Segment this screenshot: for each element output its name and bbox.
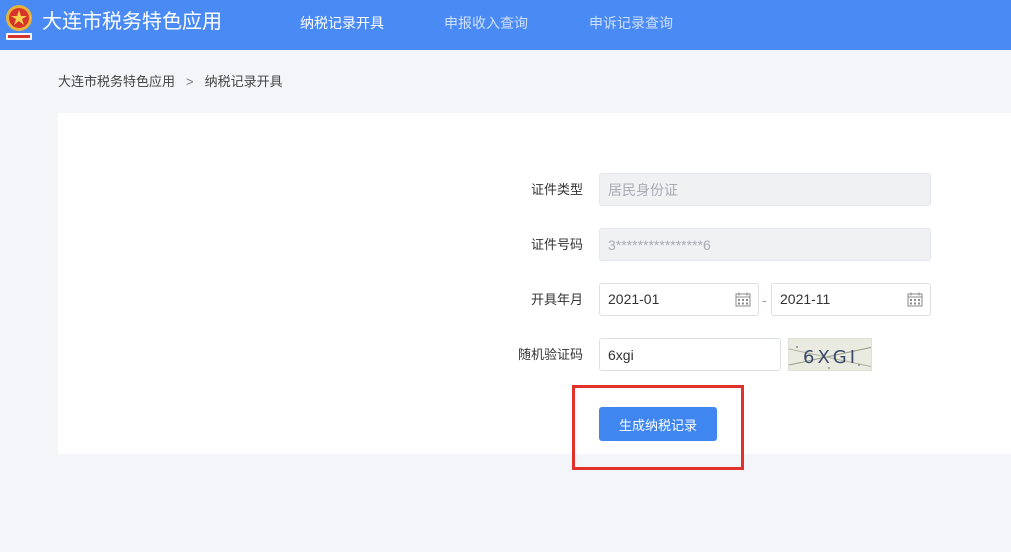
breadcrumb-current: 纳税记录开具 [204,74,283,89]
nav-income-query[interactable]: 申报收入查询 [444,14,528,32]
top-header: 大连市税务特色应用 纳税记录开具 申报收入查询 申诉记录查询 [0,0,1011,50]
start-month-value: 2021-01 [608,291,660,307]
end-month-picker[interactable]: 2021-11 [771,283,931,316]
end-month-value: 2021-11 [780,291,831,307]
id-number-label: 证件号码 [530,237,583,252]
nav-appeal-query[interactable]: 申诉记录查询 [589,14,673,32]
period-label: 开具年月 [530,292,583,307]
range-separator: - [762,292,767,308]
breadcrumb: 大连市税务特色应用 > 纳税记录开具 [58,73,283,91]
captcha-input[interactable] [599,338,781,371]
app-title: 大连市税务特色应用 [42,11,222,33]
start-month-picker[interactable]: 2021-01 [599,283,759,316]
id-number-field [599,228,931,261]
nav-tax-record[interactable]: 纳税记录开具 [300,14,384,32]
calendar-icon [735,292,751,307]
breadcrumb-separator: > [186,74,194,89]
tax-emblem-icon [2,3,36,43]
captcha-image[interactable]: 6XGI [788,338,872,371]
id-type-label: 证件类型 [530,182,583,197]
calendar-icon [907,292,923,307]
breadcrumb-root[interactable]: 大连市税务特色应用 [58,74,175,89]
captcha-label: 随机验证码 [517,347,583,362]
captcha-text: 6XGI [803,347,858,368]
id-type-field [599,173,931,206]
annotation-highlight-box [572,385,744,470]
